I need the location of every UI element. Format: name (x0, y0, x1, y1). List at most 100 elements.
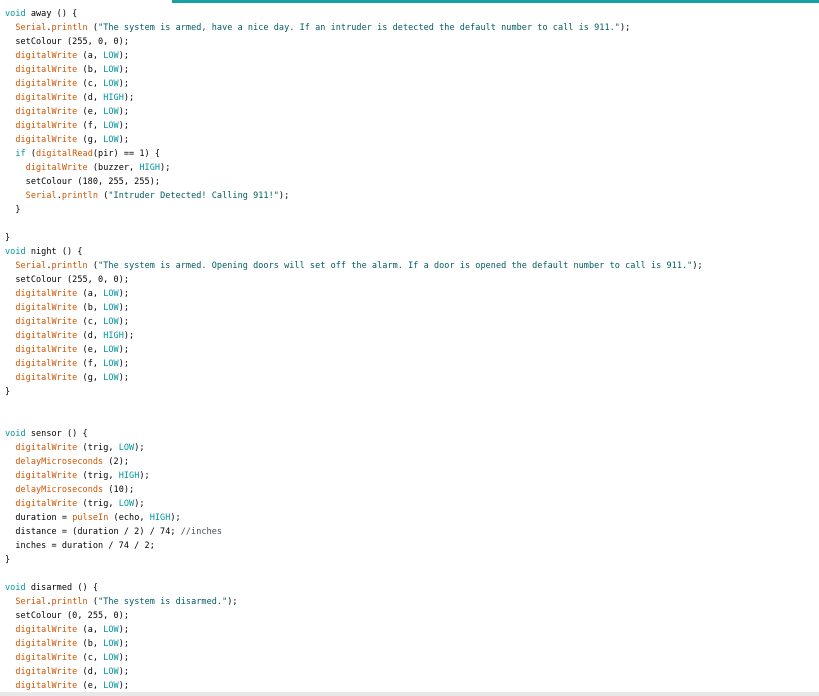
code-text: } (5, 233, 11, 243)
code-line: digitalWrite (c, LOW); (5, 77, 129, 91)
code-text: ); (118, 625, 130, 635)
code-line: inches = duration / 74 / 2; (5, 539, 155, 553)
code-text: ( (87, 597, 99, 607)
editor-bottom-edge (0, 692, 819, 696)
code-keyword: LOW (103, 625, 119, 635)
code-text: ); (692, 261, 703, 271)
code-function: digitalWrite (15, 121, 78, 131)
code-text: distance = (duration / 2) / 74; (5, 527, 181, 537)
code-function: digitalWrite (15, 625, 78, 635)
code-function: Serial (25, 191, 57, 201)
code-line: digitalWrite (d, HIGH); (5, 329, 134, 343)
code-keyword: LOW (103, 639, 119, 649)
code-line: setColour (255, 0, 0); (5, 35, 129, 49)
code-text: ); (134, 443, 145, 453)
code-text: ); (170, 513, 181, 523)
code-keyword: void (5, 247, 26, 257)
code-text: ); (118, 135, 130, 145)
code-string: "The system is armed. Opening doors will… (98, 261, 693, 271)
code-text: (e, (77, 345, 104, 355)
code-function: digitalWrite (15, 135, 78, 145)
code-text: (f, (77, 121, 104, 131)
code-text: (c, (77, 653, 104, 663)
code-text: (10); (103, 485, 135, 495)
code-line: digitalWrite (trig, LOW); (5, 441, 145, 455)
code-text: (pir) == 1) { (92, 149, 161, 159)
code-function: Serial (15, 597, 47, 607)
code-line: } (5, 553, 10, 567)
code-text: (2); (103, 457, 130, 467)
code-keyword: LOW (103, 79, 119, 89)
code-text: ); (278, 191, 290, 201)
code-keyword: LOW (103, 345, 119, 355)
code-text: (trig, (77, 499, 119, 509)
code-line: Serial.println ("The system is disarmed.… (5, 595, 238, 609)
code-line: digitalWrite (e, LOW); (5, 679, 129, 692)
code-line: digitalWrite (f, LOW); (5, 119, 129, 133)
code-function: delayMicroseconds (15, 485, 104, 495)
code-keyword: LOW (103, 359, 119, 369)
code-line: if (digitalRead(pir) == 1) { (5, 147, 160, 161)
code-keyword: LOW (118, 499, 135, 509)
code-text: (echo, (108, 513, 150, 523)
code-keyword: LOW (103, 65, 119, 75)
code-line: digitalWrite (d, LOW); (5, 665, 129, 679)
code-line: duration = pulseIn (echo, HIGH); (5, 511, 181, 525)
code-text: (g, (77, 373, 104, 383)
code-function: digitalWrite (15, 331, 78, 341)
code-line: Serial.println ("The system is armed, ha… (5, 21, 630, 35)
code-string: "Intruder Detected! Calling 911!" (108, 191, 279, 201)
code-text: ); (619, 23, 631, 33)
code-keyword: HIGH (103, 331, 124, 341)
code-line: setColour (180, 255, 255); (5, 175, 160, 189)
code-string: "The system is disarmed." (98, 597, 228, 607)
code-text: ); (118, 639, 130, 649)
code-string: "The system is armed, have a nice day. I… (98, 23, 620, 33)
code-line: digitalWrite (e, LOW); (5, 343, 129, 357)
code-line: digitalWrite (c, LOW); (5, 651, 129, 665)
code-text: } (5, 555, 11, 565)
code-text: (b, (77, 303, 104, 313)
code-keyword: void (5, 583, 26, 593)
code-text: (b, (77, 65, 104, 75)
code-text: setColour (0, 255, 0); (5, 611, 130, 621)
code-keyword: LOW (103, 121, 119, 131)
code-text: (trig, (77, 443, 119, 453)
code-text: ); (118, 359, 130, 369)
code-text: ); (118, 303, 130, 313)
code-text: (trig, (77, 471, 119, 481)
code-editor[interactable]: void away () { Serial.println ("The syst… (0, 3, 819, 692)
code-text: (f, (77, 359, 104, 369)
code-function: pulseIn (72, 513, 109, 523)
code-line: } (5, 231, 10, 245)
code-line: digitalWrite (b, LOW); (5, 63, 129, 77)
code-text: ); (139, 471, 150, 481)
code-text: away () { (25, 9, 78, 19)
code-text: ); (118, 345, 130, 355)
code-text: (d, (77, 93, 104, 103)
code-text: } (5, 387, 11, 397)
code-line: void night () { (5, 245, 83, 259)
code-text: ); (134, 499, 145, 509)
code-line: digitalWrite (d, HIGH); (5, 91, 134, 105)
code-text: ( (87, 23, 99, 33)
code-function: delayMicroseconds (15, 457, 104, 467)
code-keyword: LOW (103, 107, 119, 117)
code-keyword: HIGH (139, 163, 161, 173)
code-text: ); (118, 121, 130, 131)
code-function: digitalWrite (15, 65, 78, 75)
code-line: distance = (duration / 2) / 74; //inches (5, 525, 222, 539)
